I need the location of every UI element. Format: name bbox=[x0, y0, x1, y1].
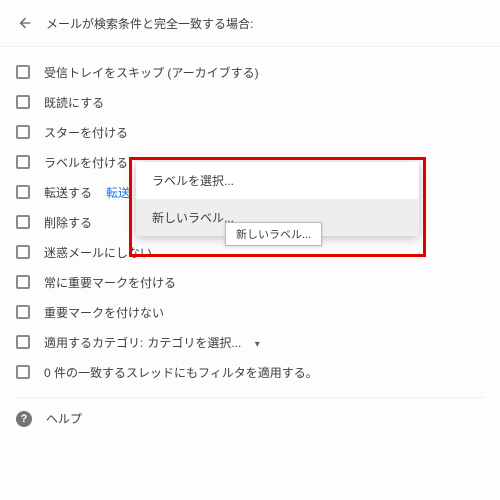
option-label: スターを付ける bbox=[44, 124, 128, 141]
checkbox[interactable] bbox=[16, 215, 30, 229]
checkbox[interactable] bbox=[16, 95, 30, 109]
option-apply-to-matching: 0 件の一致するスレッドにもフィルタを適用する。 bbox=[16, 357, 484, 387]
back-arrow-icon[interactable] bbox=[16, 14, 34, 32]
checkbox[interactable] bbox=[16, 335, 30, 349]
checkbox[interactable] bbox=[16, 275, 30, 289]
category-select-value: カテゴリを選択... bbox=[147, 336, 241, 350]
forward-address-link[interactable]: 転送 bbox=[106, 184, 130, 201]
tooltip-new-label: 新しいラベル... bbox=[225, 222, 322, 246]
option-label: 常に重要マークを付ける bbox=[44, 274, 176, 291]
option-never-important: 重要マークを付けない bbox=[16, 297, 484, 327]
option-label: 適用するカテゴリ: bbox=[44, 334, 143, 351]
option-label: 転送する bbox=[44, 184, 92, 201]
option-label: ラベルを付ける: bbox=[44, 154, 131, 171]
checkbox[interactable] bbox=[16, 305, 30, 319]
option-skip-inbox: 受信トレイをスキップ (アーカイブする) bbox=[16, 57, 484, 87]
category-select[interactable]: カテゴリを選択... ▾ bbox=[147, 334, 259, 351]
option-mark-read: 既読にする bbox=[16, 87, 484, 117]
dropdown-item-choose-label[interactable]: ラベルを選択... bbox=[136, 162, 419, 199]
option-category: 適用するカテゴリ: カテゴリを選択... ▾ bbox=[16, 327, 484, 357]
header: メールが検索条件と完全一致する場合: bbox=[0, 6, 500, 47]
chevron-down-icon: ▾ bbox=[255, 339, 260, 350]
checkbox[interactable] bbox=[16, 365, 30, 379]
checkbox[interactable] bbox=[16, 125, 30, 139]
option-label: 0 件の一致するスレッドにもフィルタを適用する。 bbox=[44, 364, 318, 381]
option-label: 迷惑メールにしない bbox=[44, 244, 152, 261]
checkbox[interactable] bbox=[16, 245, 30, 259]
help-label: ヘルプ bbox=[46, 410, 82, 427]
option-label: 削除する bbox=[44, 214, 92, 231]
checkbox[interactable] bbox=[16, 65, 30, 79]
option-label: 重要マークを付けない bbox=[44, 304, 164, 321]
option-always-important: 常に重要マークを付ける bbox=[16, 267, 484, 297]
help-row[interactable]: ? ヘルプ bbox=[0, 398, 500, 439]
option-label: 既読にする bbox=[44, 94, 104, 111]
checkbox[interactable] bbox=[16, 185, 30, 199]
page-title: メールが検索条件と完全一致する場合: bbox=[46, 15, 253, 32]
option-label: 受信トレイをスキップ (アーカイブする) bbox=[44, 64, 259, 81]
option-star: スターを付ける bbox=[16, 117, 484, 147]
help-icon: ? bbox=[16, 411, 32, 427]
checkbox[interactable] bbox=[16, 155, 30, 169]
